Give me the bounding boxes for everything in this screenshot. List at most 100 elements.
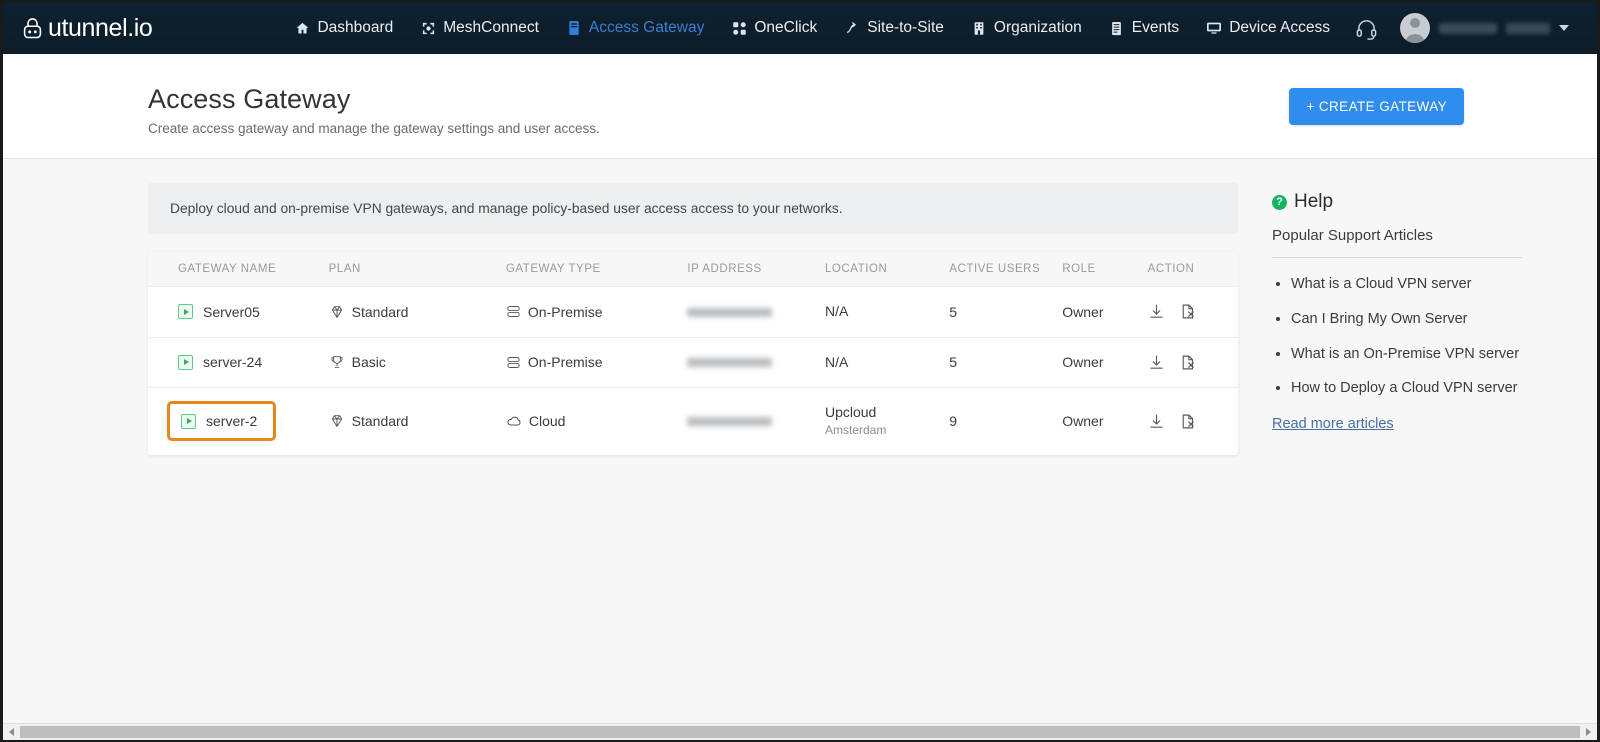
location-sublabel: Amsterdam bbox=[824, 422, 887, 437]
nav-item-access-gateway[interactable]: Access Gateway bbox=[566, 19, 704, 37]
play-status-icon bbox=[178, 354, 193, 370]
column-plan: PLAN bbox=[320, 252, 498, 287]
monitor-icon bbox=[1206, 20, 1222, 36]
list-item[interactable]: What is a Cloud VPN server bbox=[1291, 274, 1522, 296]
nav-label: OneClick bbox=[754, 19, 818, 36]
nav-item-device-access[interactable]: Device Access bbox=[1206, 19, 1330, 37]
gateway-name-cell[interactable]: server-24 bbox=[178, 354, 313, 370]
server-stack-icon bbox=[506, 304, 521, 319]
column-role: ROLE bbox=[1054, 252, 1140, 287]
download-icon[interactable] bbox=[1148, 354, 1165, 371]
list-item[interactable]: How to Deploy a Cloud VPN server bbox=[1291, 378, 1522, 400]
gateway-type-label: Cloud bbox=[528, 413, 566, 430]
nav-label: Site-to-Site bbox=[867, 19, 944, 36]
table-row[interactable]: server-2 Standard Cloud Upcloud Amsterda… bbox=[148, 388, 1238, 455]
headset-icon[interactable] bbox=[1355, 17, 1378, 40]
chevron-down-icon[interactable] bbox=[1559, 25, 1569, 31]
account-surname-redacted bbox=[1506, 22, 1550, 34]
server-stack-icon bbox=[506, 355, 521, 370]
plan-label: Standard bbox=[351, 303, 409, 320]
brand-logo[interactable]: utunnel.io bbox=[19, 13, 153, 43]
nav-label: Device Access bbox=[1229, 19, 1330, 36]
cloud-icon bbox=[506, 413, 522, 429]
gateway-icon bbox=[566, 20, 582, 36]
nav-item-dashboard[interactable]: Dashboard bbox=[294, 19, 393, 37]
column-ip-address: IP ADDRESS bbox=[679, 252, 817, 287]
table-row[interactable]: server-24 Basic On-Premise N/A 5 Owner bbox=[148, 337, 1238, 388]
column-active-users: ACTIVE USERS bbox=[941, 252, 1055, 287]
list-item[interactable]: Can I Bring My Own Server bbox=[1291, 309, 1522, 331]
list-log-icon bbox=[1109, 20, 1125, 36]
file-remove-icon[interactable] bbox=[1179, 354, 1196, 371]
gateway-name: server-2 bbox=[206, 413, 258, 430]
role-value: Owner bbox=[1054, 286, 1140, 338]
trophy-icon bbox=[329, 354, 345, 370]
nav-label: Dashboard bbox=[317, 19, 394, 36]
help-article-list: What is a Cloud VPN server Can I Bring M… bbox=[1272, 274, 1522, 400]
role-value: Owner bbox=[1062, 413, 1104, 430]
list-item[interactable]: What is an On-Premise VPN server bbox=[1291, 344, 1522, 366]
active-users-value: 9 bbox=[949, 413, 958, 430]
nav-label: MeshConnect bbox=[443, 19, 539, 36]
gateway-name-cell-highlighted[interactable]: server-2 bbox=[167, 401, 277, 442]
nav-label: Events bbox=[1131, 19, 1180, 36]
read-more-articles-link[interactable]: Read more articles bbox=[1272, 416, 1394, 432]
info-banner: Deploy cloud and on-premise VPN gateways… bbox=[148, 183, 1238, 234]
building-icon bbox=[971, 20, 987, 36]
scroll-left-arrow[interactable] bbox=[3, 724, 20, 740]
diamond-icon bbox=[329, 304, 345, 320]
branch-arrow-icon bbox=[844, 20, 860, 36]
nav-label: Organization bbox=[993, 19, 1082, 36]
plan-label: Standard bbox=[351, 413, 409, 430]
diamond-icon bbox=[329, 413, 345, 429]
file-remove-icon[interactable] bbox=[1179, 413, 1196, 430]
top-navigation-bar: utunnel.io Dashboard MeshConnect Access … bbox=[3, 2, 1597, 54]
page-title: Access Gateway bbox=[148, 84, 351, 114]
gateway-name: Server05 bbox=[203, 303, 260, 320]
column-gateway-name: GATEWAY NAME bbox=[148, 252, 321, 287]
table-row[interactable]: Server05 Standard On-Premise N/A 5 Owner bbox=[148, 286, 1238, 338]
gateway-table-card: GATEWAY NAME PLAN GATEWAY TYPE IP ADDRES… bbox=[148, 252, 1238, 455]
location-label: N/A bbox=[824, 303, 849, 319]
plan-label: Basic bbox=[351, 354, 386, 371]
location-label: N/A bbox=[824, 353, 849, 370]
help-title: Help bbox=[1294, 191, 1334, 212]
nav-item-meshconnect[interactable]: MeshConnect bbox=[420, 19, 539, 37]
mesh-nodes-icon bbox=[420, 20, 436, 36]
ip-address-redacted bbox=[687, 417, 773, 427]
play-status-icon bbox=[181, 413, 196, 429]
help-header: ? Help bbox=[1272, 191, 1522, 213]
download-icon[interactable] bbox=[1148, 413, 1165, 430]
horizontal-scrollbar[interactable] bbox=[3, 723, 1597, 740]
help-subtitle: Popular Support Articles bbox=[1272, 227, 1522, 258]
help-sidebar: ? Help Popular Support Articles What is … bbox=[1272, 183, 1522, 455]
gateway-table: GATEWAY NAME PLAN GATEWAY TYPE IP ADDRES… bbox=[148, 252, 1238, 455]
page-header: Access Gateway Create access gateway and… bbox=[3, 54, 1597, 159]
create-gateway-button[interactable]: + CREATE GATEWAY bbox=[1289, 88, 1464, 125]
column-gateway-type: GATEWAY TYPE bbox=[497, 252, 680, 287]
account-name-redacted bbox=[1439, 22, 1497, 34]
account-menu[interactable] bbox=[1400, 13, 1569, 43]
gateway-name-cell[interactable]: Server05 bbox=[178, 304, 313, 320]
nav-item-oneclick[interactable]: OneClick bbox=[731, 19, 817, 37]
gateway-type-label: On-Premise bbox=[527, 354, 603, 371]
column-action: ACTION bbox=[1139, 252, 1238, 287]
lock-shield-icon bbox=[19, 15, 46, 42]
brand-name: utunnel.io bbox=[48, 13, 153, 42]
column-location: LOCATION bbox=[816, 252, 942, 287]
file-remove-icon[interactable] bbox=[1179, 303, 1196, 320]
nav-item-site-to-site[interactable]: Site-to-Site bbox=[844, 19, 944, 37]
scrollbar-thumb[interactable] bbox=[20, 726, 1580, 738]
gateway-name: server-24 bbox=[203, 354, 263, 371]
grid-dots-icon bbox=[731, 20, 747, 36]
table-header-row: GATEWAY NAME PLAN GATEWAY TYPE IP ADDRES… bbox=[148, 252, 1238, 287]
role-value: Owner bbox=[1054, 337, 1140, 388]
nav-item-events[interactable]: Events bbox=[1109, 19, 1179, 37]
page-body: Deploy cloud and on-premise VPN gateways… bbox=[68, 159, 1532, 455]
scroll-right-arrow[interactable] bbox=[1580, 724, 1597, 740]
active-users-value: 5 bbox=[941, 337, 1055, 388]
nav-item-organization[interactable]: Organization bbox=[971, 19, 1082, 37]
download-icon[interactable] bbox=[1148, 303, 1165, 320]
nav-label: Access Gateway bbox=[588, 19, 705, 36]
home-icon bbox=[294, 20, 310, 36]
